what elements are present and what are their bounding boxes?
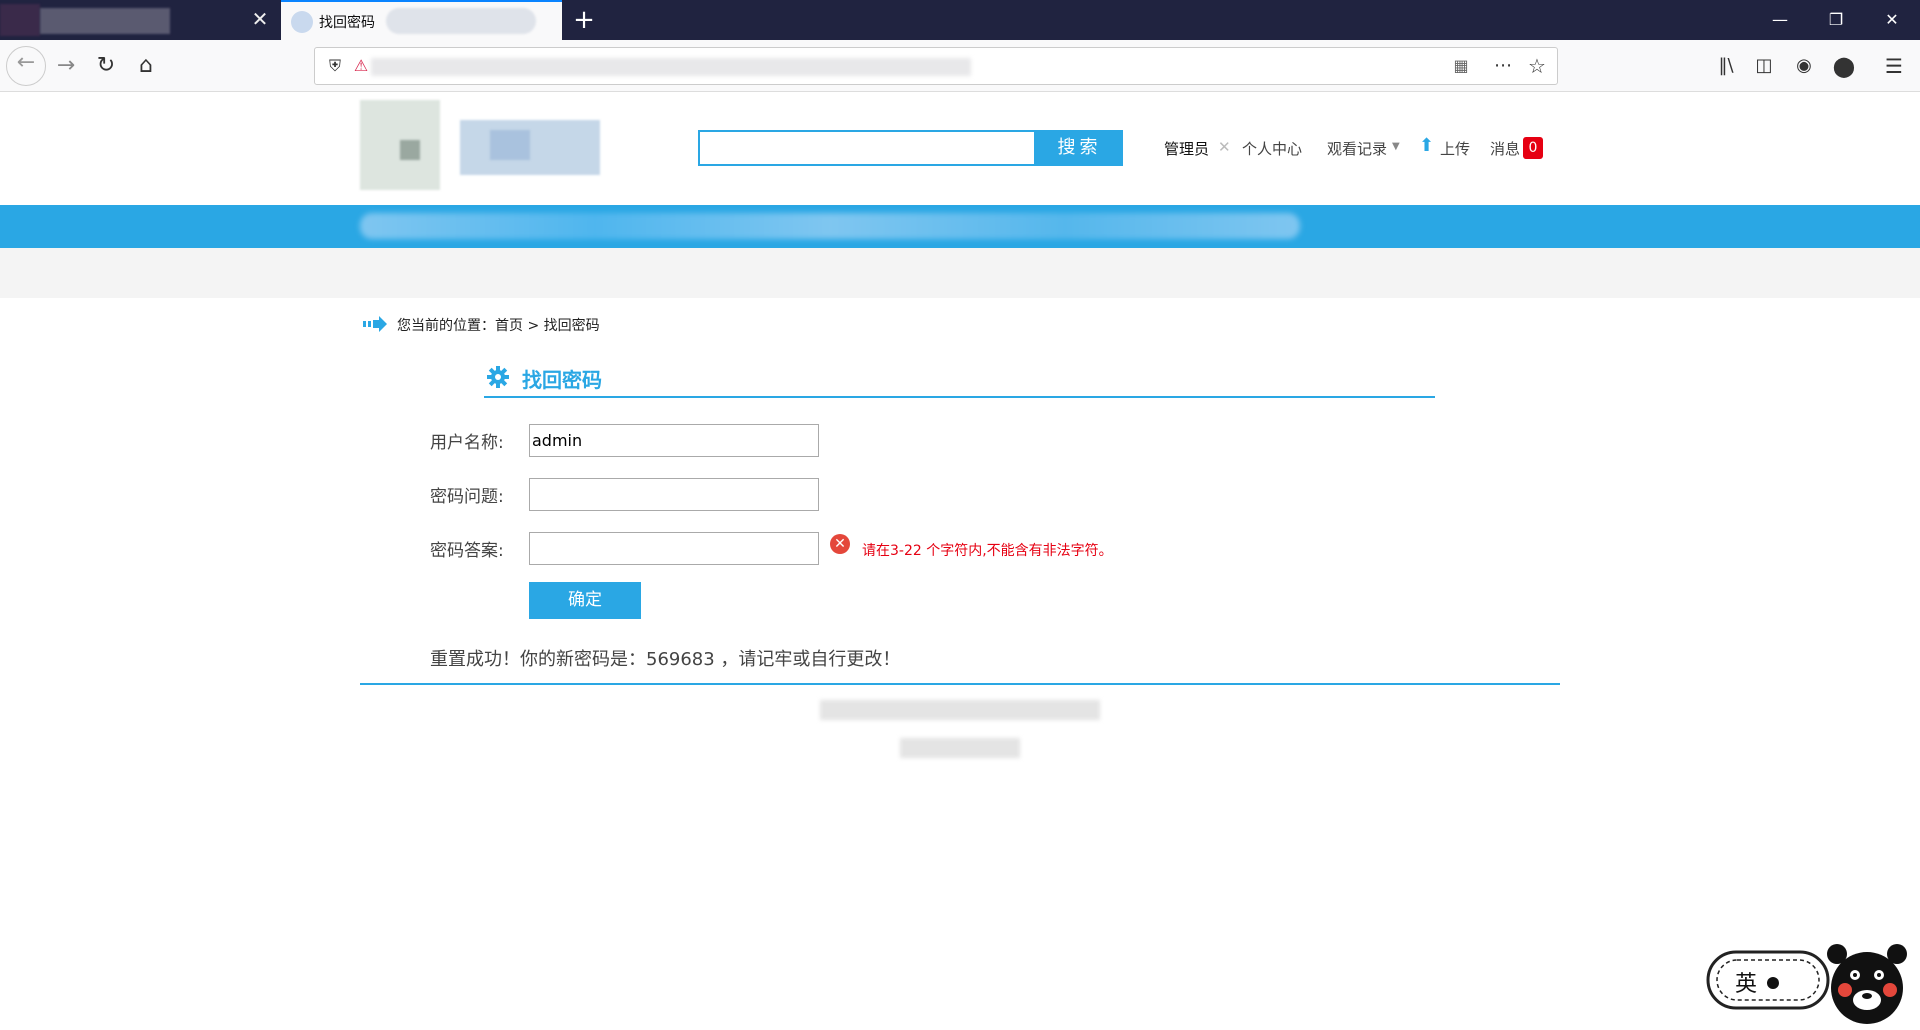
breadcrumb: 您当前的位置：首页 > 找回密码: [397, 315, 600, 335]
extension-icon[interactable]: ⬤: [1828, 50, 1860, 82]
main-nav-bar: [0, 205, 1920, 248]
close-icon[interactable]: ✕: [1218, 138, 1231, 156]
messages-link[interactable]: 消息: [1490, 138, 1520, 159]
ime-mode-label: 英: [1735, 972, 1757, 997]
home-icon[interactable]: ⌂: [130, 50, 162, 82]
footer-text-blurred: [820, 700, 1100, 720]
history-link[interactable]: 观看记录: [1327, 138, 1387, 159]
username-label: 用户名称:: [430, 433, 504, 453]
breadcrumb-current: 找回密码: [543, 318, 600, 334]
bookmark-star-icon[interactable]: ☆: [1521, 50, 1553, 82]
sidebar-icon[interactable]: ◫: [1748, 50, 1780, 82]
favicon-icon: [291, 11, 313, 33]
close-window-icon[interactable]: ✕: [1864, 0, 1920, 40]
answer-field[interactable]: [529, 532, 819, 565]
gray-band: [0, 248, 1920, 298]
username-field[interactable]: [529, 424, 819, 457]
breadcrumb-separator: >: [527, 318, 540, 334]
footer-text-blurred-2: [900, 738, 1020, 758]
admin-link[interactable]: 管理员: [1164, 138, 1209, 159]
title-divider: [484, 396, 1435, 398]
restore-icon[interactable]: ❐: [1808, 0, 1864, 40]
ime-mascot-widget[interactable]: 英: [1705, 930, 1920, 1030]
answer-label: 密码答案:: [430, 541, 504, 561]
reload-icon[interactable]: ↻: [90, 50, 122, 82]
account-icon[interactable]: ◉: [1788, 50, 1820, 82]
back-arrow-icon[interactable]: ←: [6, 46, 46, 86]
breadcrumb-prefix: 您当前的位置：: [397, 318, 495, 334]
forward-arrow-icon[interactable]: →: [50, 50, 82, 82]
menu-hamburger-icon[interactable]: ☰: [1878, 50, 1910, 82]
address-bar[interactable]: ⛨ ⚠ ▦ ⋯ ☆: [314, 47, 1558, 85]
arrow-right-icon: [363, 316, 387, 332]
inactive-tab[interactable]: ✕: [0, 0, 280, 40]
upload-icon: ⬆: [1419, 135, 1435, 156]
close-tab-icon[interactable]: ✕: [250, 9, 270, 29]
search-input[interactable]: [698, 130, 1036, 166]
site-logo[interactable]: [360, 100, 600, 190]
page-title: 找回密码: [522, 368, 602, 392]
bottom-divider: [360, 683, 1560, 685]
library-icon[interactable]: ‖\: [1710, 50, 1742, 82]
gear-icon: [487, 366, 509, 388]
submit-button[interactable]: 确定: [529, 582, 641, 619]
url-text-blurred: [371, 58, 971, 76]
new-tab-button[interactable]: +: [570, 6, 598, 34]
answer-error-text: 请在3-22 个字符内,不能含有非法字符。: [862, 543, 1113, 559]
active-tab-title: 找回密码: [319, 15, 375, 31]
browser-tab-bar: ✕ 找回密码 + — ❐ ✕: [0, 0, 1920, 40]
chevron-down-icon: ▼: [1392, 141, 1400, 152]
personal-center-link[interactable]: 个人中心: [1242, 138, 1302, 159]
question-field[interactable]: [529, 478, 819, 511]
browser-toolbar: ← → ↻ ⌂ ⛨ ⚠ ▦ ⋯ ☆ ‖\ ◫ ◉ ⬤ ☰: [0, 40, 1920, 92]
message-count-badge[interactable]: 0: [1523, 137, 1543, 159]
more-actions-icon[interactable]: ⋯: [1487, 50, 1519, 82]
success-message: 重置成功！你的新密码是：569683 ，请记牢或自行更改！: [430, 649, 901, 670]
qr-code-icon[interactable]: ▦: [1445, 50, 1477, 82]
nav-menu-blurred[interactable]: [360, 213, 1300, 239]
breadcrumb-home-link[interactable]: 首页: [495, 318, 523, 334]
question-label: 密码问题:: [430, 487, 504, 507]
error-icon: ✕: [830, 534, 850, 554]
active-tab[interactable]: 找回密码: [281, 0, 562, 40]
search-button[interactable]: 搜索: [1036, 130, 1123, 166]
minimize-icon[interactable]: —: [1752, 0, 1808, 40]
upload-link[interactable]: 上传: [1440, 138, 1470, 159]
